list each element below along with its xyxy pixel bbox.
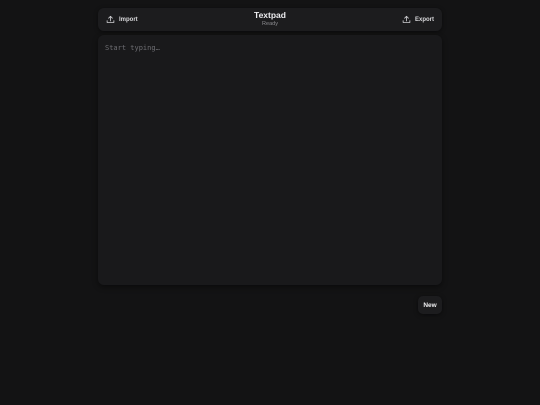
upload-icon <box>402 15 411 24</box>
status-text: Ready <box>262 21 278 27</box>
export-button[interactable]: Export <box>402 8 434 31</box>
top-toolbar: Import Textpad Ready Export <box>98 8 442 31</box>
import-button[interactable]: Import <box>106 8 138 31</box>
textpad-app: Import Textpad Ready Export New <box>0 0 540 405</box>
upload-icon <box>106 15 115 24</box>
import-label: Import <box>119 16 138 23</box>
new-button[interactable]: New <box>418 296 442 314</box>
editor-panel <box>98 35 442 285</box>
title-block: Textpad Ready <box>254 10 286 28</box>
editor-textarea[interactable] <box>98 35 442 285</box>
app-title: Textpad <box>254 10 286 20</box>
export-label: Export <box>414 16 434 23</box>
